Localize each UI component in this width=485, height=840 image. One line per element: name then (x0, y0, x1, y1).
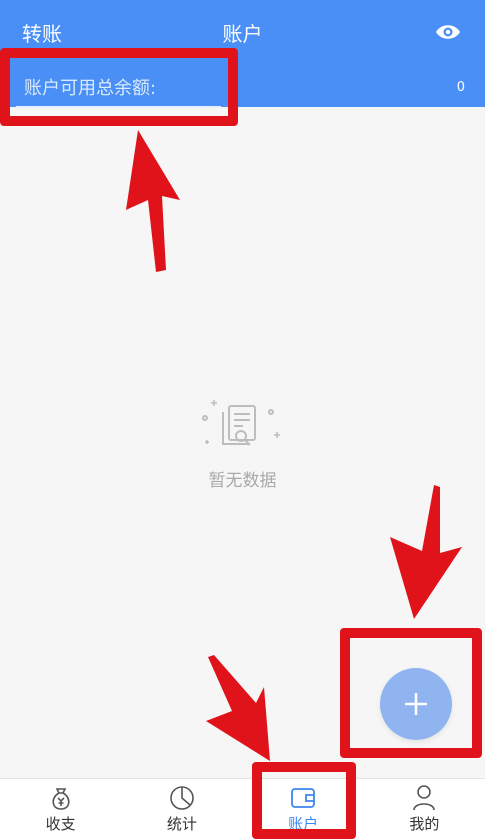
highlight-balance (0, 48, 238, 126)
tab-income-expense[interactable]: 收支 (0, 779, 121, 840)
user-icon (413, 785, 436, 811)
highlight-add-button (340, 628, 482, 758)
highlight-account-tab (252, 762, 356, 839)
empty-state: 暂无数据 (0, 396, 485, 491)
bottom-tab-bar: 收支 统计 账户 我的 (0, 778, 485, 840)
document-search-icon (201, 400, 280, 446)
eye-icon[interactable] (435, 22, 461, 42)
pie-chart-icon (170, 786, 194, 810)
tab-statistics[interactable]: 统计 (121, 779, 242, 840)
page-title: 账户 (222, 22, 263, 46)
tab-label: 收支 (45, 815, 76, 833)
balance-value: 0 (456, 80, 465, 95)
tab-label: 我的 (409, 815, 440, 833)
tab-label: 统计 (166, 815, 197, 833)
tab-mine[interactable]: 我的 (364, 779, 485, 840)
arrow-down-annotation-right (390, 485, 462, 619)
money-bag-icon (52, 788, 70, 810)
arrow-down-annotation-bottom (206, 655, 270, 761)
arrow-up-annotation (126, 130, 180, 272)
